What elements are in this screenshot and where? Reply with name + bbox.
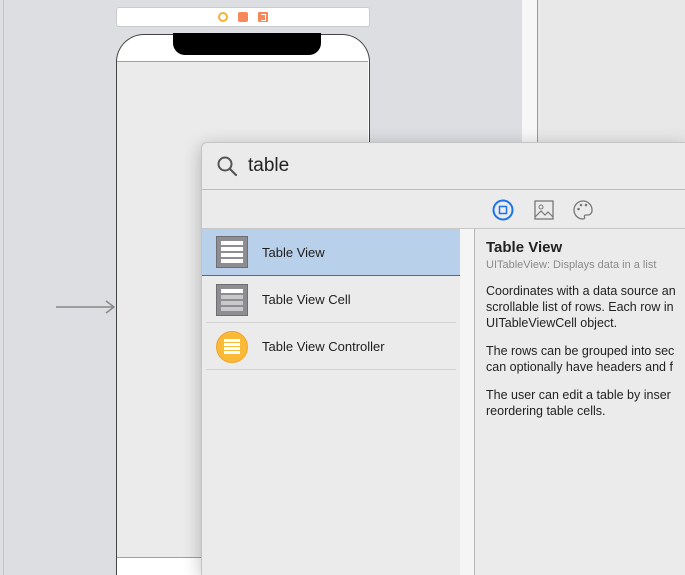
table-view-controller-icon — [216, 330, 248, 363]
text-line: The rows can be grouped into sec — [486, 344, 675, 358]
list-scrollbar[interactable] — [460, 229, 475, 575]
table-view-cell-icon — [216, 283, 248, 316]
list-item-table-view-controller[interactable]: Table View Controller — [202, 323, 460, 370]
results-list: Table View Table View Cell Table View Co… — [202, 229, 460, 575]
search-icon — [217, 156, 238, 177]
search-input[interactable] — [248, 155, 648, 177]
library-filter-bar — [202, 190, 685, 229]
first-responder-icon[interactable] — [238, 12, 248, 22]
list-item-table-view-cell[interactable]: Table View Cell — [202, 276, 460, 323]
list-item-label: Table View Cell — [262, 292, 351, 307]
text-line: scrollable list of rows. Each row in — [486, 300, 674, 314]
detail-pane: Table View UITableView: Displays data in… — [476, 229, 685, 429]
entry-point-arrow-icon[interactable] — [56, 300, 116, 314]
detail-subtitle: UITableView: Displays data in a list — [486, 259, 657, 271]
detail-paragraph: The rows can be grouped into sec can opt… — [486, 343, 676, 375]
objects-filter-icon[interactable] — [492, 199, 514, 221]
text-line: reordering table cells. — [486, 404, 606, 418]
search-bar — [202, 143, 685, 190]
view-controller-icon[interactable] — [218, 12, 228, 22]
list-item-table-view[interactable]: Table View — [202, 229, 460, 276]
text-line: UITableViewCell object. — [486, 316, 618, 330]
text-line: Coordinates with a data source an — [486, 284, 676, 298]
detail-paragraph: Coordinates with a data source an scroll… — [486, 283, 676, 331]
notch — [173, 33, 321, 55]
list-item-label: Table View Controller — [262, 339, 385, 354]
text-line: can optionally have headers and f — [486, 360, 673, 374]
table-view-icon — [216, 236, 248, 268]
canvas-edge — [3, 0, 4, 575]
detail-paragraph: The user can edit a table by inser reord… — [486, 387, 676, 419]
list-item-label: Table View — [262, 244, 325, 260]
color-palette-icon[interactable] — [572, 199, 594, 221]
text-line: The user can edit a table by inser — [486, 388, 671, 402]
detail-title: Table View — [486, 239, 563, 256]
media-filter-icon[interactable] — [533, 199, 555, 221]
exit-icon[interactable] — [258, 12, 268, 22]
scene-dock[interactable] — [116, 7, 370, 27]
library-popover: Table View Table View Cell Table View Co… — [201, 142, 685, 575]
